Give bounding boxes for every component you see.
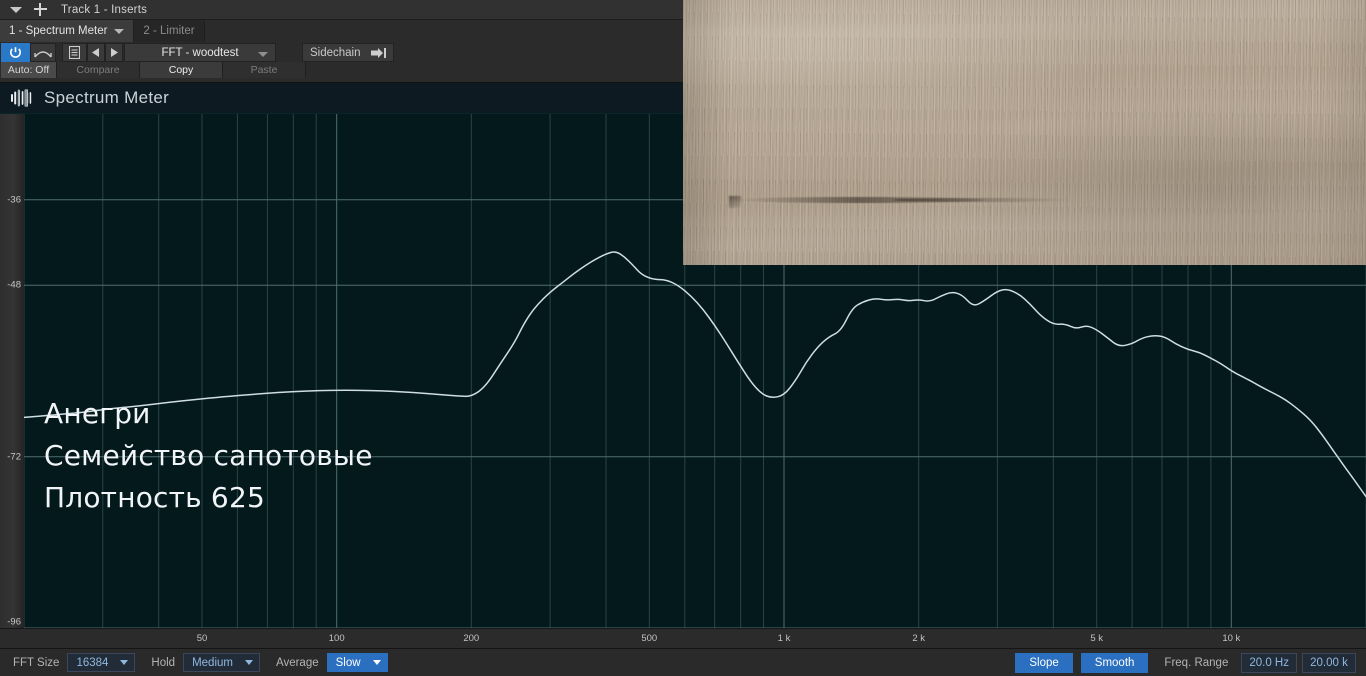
host-titlebar: Track 1 - Inserts xyxy=(0,0,683,20)
analyzer-settings-bar: FFT Size 16384 Hold Medium Average Slow … xyxy=(0,648,1366,676)
insert-tab-label: 1 - Spectrum Meter xyxy=(9,25,108,37)
plugin-toolbar-row-2: Auto: Off Compare Copy Paste xyxy=(0,62,683,78)
insert-tab-spectrum-meter[interactable]: 1 - Spectrum Meter xyxy=(0,20,135,42)
triangle-right-icon xyxy=(111,48,118,57)
power-button[interactable] xyxy=(1,43,30,62)
average-label: Average xyxy=(275,656,319,669)
wood-photo-shading xyxy=(683,0,1366,265)
fft-size-value: 16384 xyxy=(76,656,109,669)
db-tick-label: -48 xyxy=(7,279,21,291)
fft-size-label: FFT Size xyxy=(13,656,60,669)
db-tick-label: -36 xyxy=(7,193,21,205)
freq-tick-label: 5 k xyxy=(1090,633,1104,644)
chevron-down-icon[interactable] xyxy=(372,660,381,665)
slope-toggle[interactable]: Slope xyxy=(1015,652,1073,673)
average-dropdown[interactable]: Slow xyxy=(326,653,388,672)
chevron-down-icon[interactable] xyxy=(114,28,125,34)
preset-prev-button[interactable] xyxy=(87,43,105,62)
freq-range-max-field[interactable]: 20.00 k xyxy=(1302,652,1356,673)
hold-dropdown[interactable]: Medium xyxy=(183,653,260,672)
power-icon xyxy=(10,47,21,58)
freq-tick-label: 50 xyxy=(196,633,208,644)
db-axis-gutter: -36 -48 -72 -96 xyxy=(0,114,24,628)
auto-button[interactable]: Auto: Off xyxy=(1,62,57,78)
insert-tab-label: 2 - Limiter xyxy=(143,25,195,37)
hold-value: Medium xyxy=(192,656,233,669)
preset-list-icon xyxy=(69,46,80,59)
copy-button[interactable]: Copy xyxy=(140,62,223,78)
wood-blemish-mark xyxy=(729,196,741,208)
preset-name-text: FFT - woodtest xyxy=(161,46,239,59)
db-tick-label: -72 xyxy=(7,450,21,462)
sidechain-button[interactable]: Sidechain xyxy=(302,43,394,62)
spectrum-curve xyxy=(24,251,1366,498)
wood-sample-photo xyxy=(683,0,1366,265)
compare-button[interactable]: Compare xyxy=(57,62,140,78)
plugin-title-bar: Spectrum Meter xyxy=(0,83,683,114)
freq-tick-label: 200 xyxy=(463,633,480,644)
bypass-button[interactable] xyxy=(30,43,56,62)
frequency-axis: 50 100 200 500 1 k 2 k 5 k 10 k xyxy=(0,628,1366,648)
triangle-down-icon[interactable] xyxy=(10,6,22,13)
freq-tick-label: 500 xyxy=(641,633,658,644)
sidechain-label: Sidechain xyxy=(310,46,361,59)
chevron-down-icon[interactable] xyxy=(258,52,268,57)
freq-range-label: Freq. Range xyxy=(1164,656,1229,669)
triangle-left-icon xyxy=(92,48,99,57)
preset-name-dropdown[interactable]: FFT - woodtest xyxy=(124,43,276,62)
spectrum-meter-logo-icon xyxy=(11,89,32,107)
freq-tick-label: 10 k xyxy=(1222,633,1241,644)
freq-tick-label: 100 xyxy=(328,633,345,644)
spectrum-meter-window: Track 1 - Inserts 1 - Spectrum Meter 2 -… xyxy=(0,0,1366,676)
preset-next-button[interactable] xyxy=(105,43,123,62)
bypass-curve-icon xyxy=(34,51,52,58)
wood-grain-mark-secondary xyxy=(893,198,1073,202)
freq-range-min-field[interactable]: 20.0 Hz xyxy=(1241,652,1297,673)
chevron-down-icon[interactable] xyxy=(244,660,253,665)
insert-tab-limiter[interactable]: 2 - Limiter xyxy=(134,20,205,42)
average-value: Slow xyxy=(335,656,361,669)
sidechain-arrow-icon xyxy=(370,47,386,58)
freq-tick-label: 2 k xyxy=(912,633,926,644)
host-insert-strip: Track 1 - Inserts 1 - Spectrum Meter 2 -… xyxy=(0,0,683,83)
preset-list-button[interactable] xyxy=(62,43,87,62)
plugin-name: Spectrum Meter xyxy=(44,88,170,107)
smooth-toggle[interactable]: Smooth xyxy=(1080,652,1149,673)
paste-button[interactable]: Paste xyxy=(223,62,306,78)
freq-tick-label: 1 k xyxy=(777,633,791,644)
hold-label: Hold xyxy=(151,656,176,669)
db-tick-label: -96 xyxy=(7,616,21,628)
analyzer-settings-right: Slope Smooth Freq. Range 20.0 Hz 20.00 k xyxy=(1015,652,1366,673)
insert-tab-bar: 1 - Spectrum Meter 2 - Limiter xyxy=(0,20,683,42)
host-title-text: Track 1 - Inserts xyxy=(61,3,148,16)
plus-icon[interactable] xyxy=(34,3,47,16)
plugin-toolbar-row-1: FFT - woodtest Sidechain xyxy=(0,42,683,62)
fft-size-dropdown[interactable]: 16384 xyxy=(67,653,136,672)
chevron-down-icon[interactable] xyxy=(120,660,129,665)
analyzer-settings-left: FFT Size 16384 Hold Medium Average Slow xyxy=(0,653,404,672)
